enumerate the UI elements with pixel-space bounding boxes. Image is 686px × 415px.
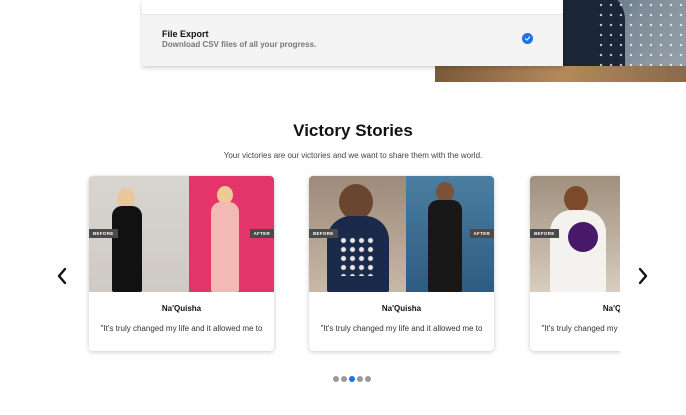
chevron-left-icon [57,267,67,285]
pagination-dot[interactable] [365,376,371,382]
story-card[interactable]: BEFORE AFTER Na'Quisha "It's truly chang… [89,176,274,351]
before-after-photo: BEFORE AFTER [89,176,274,292]
story-quote: "It's truly changed my life and it allow… [320,324,483,333]
feature-panel: File Export Download CSV files of all yo… [142,0,563,66]
feature-description: Download CSV files of all your progress. [162,40,317,49]
feature-title: File Export [162,29,209,39]
after-label: AFTER [469,229,494,238]
story-name: Na'Quisha [381,304,422,313]
carousel-prev-button[interactable] [55,267,69,285]
before-label: BEFORE [530,229,559,238]
story-card[interactable]: BEFORE Na'Quisha "It's truly changed my … [530,176,620,351]
section-title: Victory Stories [293,121,413,140]
hero-photo-floor [435,66,686,82]
pagination-dot[interactable] [333,376,339,382]
pagination-dot[interactable] [341,376,347,382]
story-name: Na'Quisha [602,304,620,313]
stories-carousel: BEFORE AFTER Na'Quisha "It's truly chang… [80,170,620,360]
story-quote: "It's truly changed my life and it allow… [100,324,263,333]
section-subtitle: Your victories are our victories and we … [223,151,483,160]
before-label: BEFORE [89,229,118,238]
story-name: Na'Quisha [161,304,202,313]
feature-panel-top [142,0,563,15]
before-label: BEFORE [309,229,338,238]
carousel-pagination [333,376,371,382]
after-label: AFTER [249,229,274,238]
carousel-next-button[interactable] [636,267,650,285]
hero-photo-pattern [596,0,686,66]
story-card[interactable]: BEFORE AFTER Na'Quisha "It's truly chang… [309,176,494,351]
check-circle-icon [522,33,533,44]
pagination-dot-active[interactable] [349,376,355,382]
before-after-photo: BEFORE AFTER [309,176,494,292]
before-after-photo: BEFORE [530,176,620,292]
chevron-right-icon [638,267,648,285]
pagination-dot[interactable] [357,376,363,382]
story-quote: "It's truly changed my life and it allow… [541,324,620,333]
